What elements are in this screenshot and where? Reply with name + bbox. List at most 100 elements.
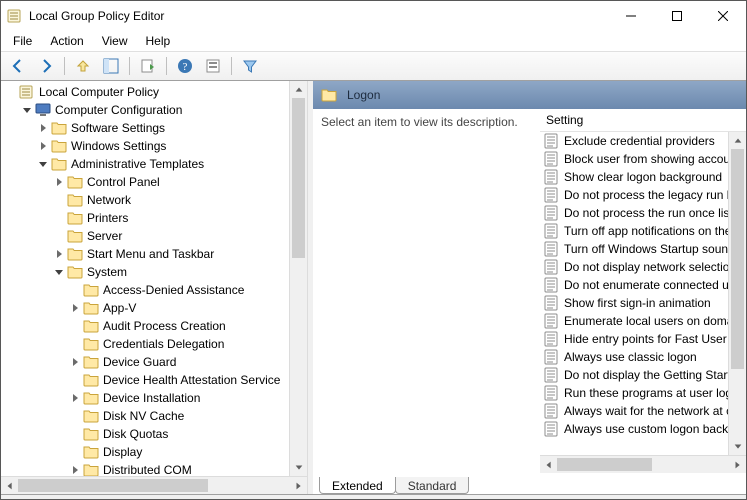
scroll-right-icon[interactable] (729, 456, 746, 473)
tree-item[interactable]: Windows Settings (5, 137, 289, 155)
chevron-right-icon[interactable] (69, 302, 81, 314)
scroll-up-icon[interactable] (290, 81, 307, 98)
tree-item[interactable]: Distributed COM (5, 461, 289, 476)
setting-item[interactable]: Show clear logon background (540, 168, 728, 186)
tree-item[interactable]: Credentials Delegation (5, 335, 289, 353)
tree-item[interactable]: Disk Quotas (5, 425, 289, 443)
setting-item[interactable]: Exclude credential providers (540, 132, 728, 150)
tree-item[interactable]: Display (5, 443, 289, 461)
chevron-right-icon[interactable] (37, 140, 49, 152)
help-button[interactable] (172, 54, 198, 78)
folder-icon (83, 300, 99, 316)
tree-item[interactable]: Control Panel (5, 173, 289, 191)
detail-title: Logon (347, 88, 380, 102)
tree-horizontal-scrollbar[interactable] (1, 476, 307, 494)
up-button[interactable] (70, 54, 96, 78)
menu-view[interactable]: View (94, 32, 136, 50)
tree-item[interactable]: Audit Process Creation (5, 317, 289, 335)
setting-item[interactable]: Do not display network selection UI (540, 258, 728, 276)
setting-item[interactable]: Hide entry points for Fast User Switchin… (540, 330, 728, 348)
tree-item[interactable]: Computer Configuration (5, 101, 289, 119)
setting-item[interactable]: Do not process the legacy run list (540, 186, 728, 204)
setting-item[interactable]: Do not enumerate connected users on doma… (540, 276, 728, 294)
tab-standard[interactable]: Standard (395, 477, 470, 494)
setting-item[interactable]: Do not process the run once list (540, 204, 728, 222)
back-button[interactable] (5, 54, 31, 78)
setting-icon (544, 241, 560, 257)
setting-item[interactable]: Always wait for the network at computer (540, 402, 728, 420)
chevron-down-icon[interactable] (21, 104, 33, 116)
setting-list[interactable]: Exclude credential providersBlock user f… (540, 132, 728, 455)
chevron-down-icon[interactable] (37, 158, 49, 170)
show-hide-tree-button[interactable] (98, 54, 124, 78)
scroll-thumb[interactable] (731, 149, 744, 369)
menu-help[interactable]: Help (138, 32, 179, 50)
minimize-button[interactable] (608, 1, 654, 31)
tree-vertical-scrollbar[interactable] (289, 81, 307, 476)
chevron-right-icon[interactable] (53, 176, 65, 188)
setting-item[interactable]: Turn off Windows Startup sound (540, 240, 728, 258)
setting-item[interactable]: Enumerate local users on domain-joined (540, 312, 728, 330)
setting-label: Hide entry points for Fast User Switchin… (564, 332, 728, 346)
menu-file[interactable]: File (5, 32, 40, 50)
chevron-down-icon[interactable] (53, 266, 65, 278)
chevron-right-icon[interactable] (69, 356, 81, 368)
tree-item-label: Software Settings (71, 121, 165, 135)
tree-item[interactable]: Software Settings (5, 119, 289, 137)
policy-tree[interactable]: Local Computer PolicyComputer Configurat… (1, 81, 289, 476)
scroll-left-icon[interactable] (540, 456, 557, 473)
setting-label: Do not process the run once list (564, 206, 728, 220)
list-horizontal-scrollbar[interactable] (540, 455, 746, 473)
settings-column-header[interactable]: Setting (540, 109, 746, 132)
folder-icon (83, 390, 99, 406)
chevron-right-icon[interactable] (53, 248, 65, 260)
export-list-button[interactable] (135, 54, 161, 78)
filter-button[interactable] (237, 54, 263, 78)
tree-item[interactable]: Access-Denied Assistance (5, 281, 289, 299)
scroll-down-icon[interactable] (290, 459, 307, 476)
chevron-right-icon[interactable] (69, 392, 81, 404)
setting-icon (544, 133, 560, 149)
tree-item[interactable]: Server (5, 227, 289, 245)
forward-button[interactable] (33, 54, 59, 78)
setting-item[interactable]: Do not display the Getting Started welco… (540, 366, 728, 384)
scroll-left-icon[interactable] (1, 477, 18, 494)
tree-item[interactable]: Printers (5, 209, 289, 227)
setting-item[interactable]: Always use custom logon background (540, 420, 728, 438)
chevron-right-icon[interactable] (37, 122, 49, 134)
tree-item[interactable]: Start Menu and Taskbar (5, 245, 289, 263)
tree-item[interactable]: Administrative Templates (5, 155, 289, 173)
setting-item[interactable]: Block user from showing account details (540, 150, 728, 168)
scroll-thumb[interactable] (18, 479, 208, 492)
setting-item[interactable]: Always use classic logon (540, 348, 728, 366)
twisty-spacer (53, 212, 65, 224)
setting-item[interactable]: Turn off app notifications on the lock s… (540, 222, 728, 240)
setting-icon (544, 205, 560, 221)
scroll-up-icon[interactable] (729, 132, 746, 149)
properties-button[interactable] (200, 54, 226, 78)
tree-item[interactable]: Device Installation (5, 389, 289, 407)
scroll-thumb[interactable] (557, 458, 652, 471)
setting-item[interactable]: Run these programs at user logon (540, 384, 728, 402)
tree-item[interactable]: Device Guard (5, 353, 289, 371)
menu-action[interactable]: Action (42, 32, 91, 50)
list-vertical-scrollbar[interactable] (728, 132, 746, 455)
tree-item[interactable]: Network (5, 191, 289, 209)
tree-item[interactable]: Local Computer Policy (5, 83, 289, 101)
scroll-right-icon[interactable] (290, 477, 307, 494)
folder-icon (51, 156, 67, 172)
setting-item[interactable]: Show first sign-in animation (540, 294, 728, 312)
scroll-thumb[interactable] (292, 98, 305, 258)
setting-icon (544, 385, 560, 401)
tree-item[interactable]: System (5, 263, 289, 281)
tree-item[interactable]: Disk NV Cache (5, 407, 289, 425)
scroll-down-icon[interactable] (729, 438, 746, 455)
setting-icon (544, 151, 560, 167)
maximize-button[interactable] (654, 1, 700, 31)
close-button[interactable] (700, 1, 746, 31)
chevron-right-icon[interactable] (69, 464, 81, 476)
tree-item[interactable]: App-V (5, 299, 289, 317)
tree-item[interactable]: Device Health Attestation Service (5, 371, 289, 389)
folder-icon (83, 336, 99, 352)
tab-extended[interactable]: Extended (319, 477, 396, 494)
